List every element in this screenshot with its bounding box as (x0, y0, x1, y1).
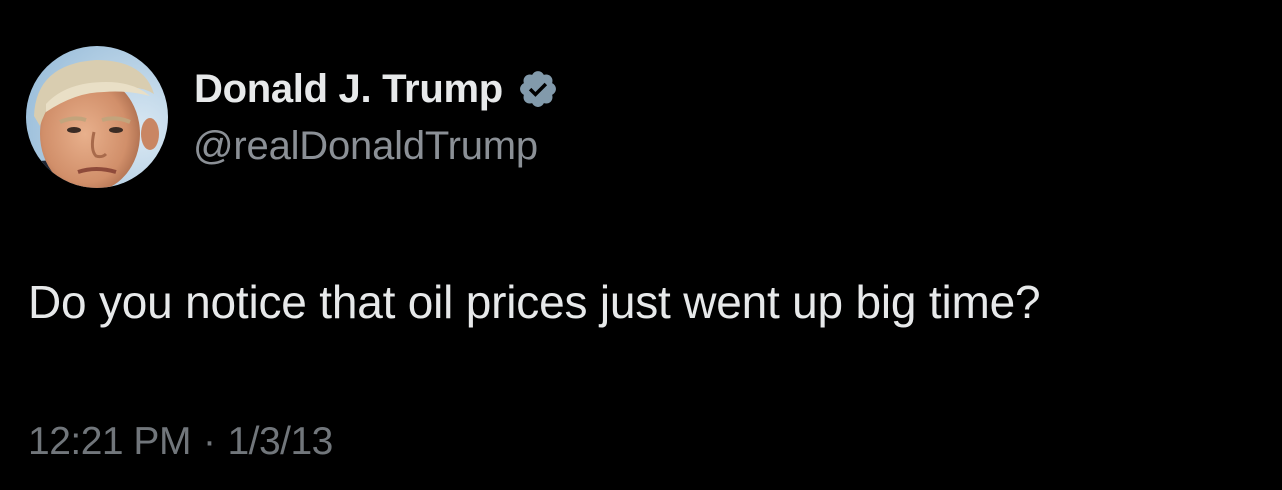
tweet-meta: 12:21 PM · 1/3/13 (28, 420, 333, 464)
author-handle[interactable]: @realDonaldTrump (193, 124, 538, 169)
tweet-date[interactable]: 1/3/13 (227, 420, 333, 464)
tweet-time[interactable]: 12:21 PM (28, 420, 191, 464)
author-display-name[interactable]: Donald J. Trump (194, 67, 503, 112)
author-name-row: Donald J. Trump (194, 64, 559, 114)
verified-badge-icon[interactable] (517, 68, 559, 110)
faded-watermark (1080, 80, 1230, 120)
tweet-card: Donald J. Trump @realDonaldTrump Do you … (0, 0, 1282, 490)
meta-separator: · (202, 420, 216, 463)
tweet-text: Do you notice that oil prices just went … (28, 276, 1041, 328)
avatar-image (26, 46, 168, 188)
avatar[interactable] (26, 46, 168, 188)
